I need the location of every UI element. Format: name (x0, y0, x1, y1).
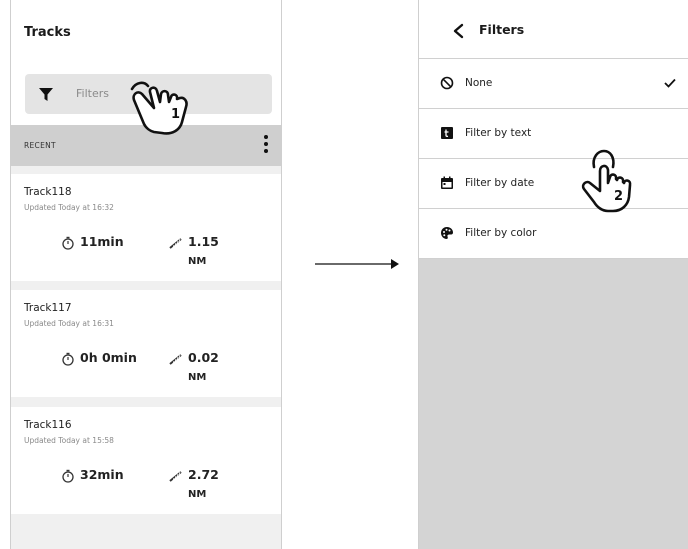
filters-header: Filters (419, 0, 688, 58)
tap-gesture-icon (581, 149, 632, 213)
block-icon (440, 76, 454, 90)
distance-unit: NM (188, 372, 207, 383)
tracks-header: Tracks (11, 0, 281, 64)
filter-option-none[interactable]: None (419, 58, 688, 108)
step-number: 1 (171, 107, 181, 122)
track-duration: 32min (80, 467, 124, 482)
filter-option-label: None (465, 77, 493, 89)
track-card[interactable]: Track116 Updated Today at 15:58 32min 2.… (11, 407, 281, 514)
track-distance: 1.15 (188, 234, 219, 249)
track-distance: 2.72 (188, 467, 219, 482)
tap-gesture-icon (130, 81, 188, 135)
distance-icon (169, 238, 182, 249)
track-name: Track116 (24, 419, 72, 431)
track-card[interactable]: Track117 Updated Today at 16:31 0h 0min … (11, 290, 281, 397)
distance-icon (169, 354, 182, 365)
distance-unit: NM (188, 489, 207, 500)
track-distance: 0.02 (188, 350, 219, 365)
track-name: Track117 (24, 302, 72, 314)
divider (419, 258, 688, 259)
text-icon (441, 127, 453, 139)
page-title: Filters (479, 22, 525, 37)
stopwatch-icon (62, 352, 74, 366)
check-icon (664, 78, 676, 88)
filters-label: Filters (76, 87, 109, 100)
step-number: 2 (614, 189, 624, 204)
track-updated: Updated Today at 16:32 (24, 203, 114, 212)
distance-unit: NM (188, 256, 207, 267)
stopwatch-icon (62, 469, 74, 483)
track-updated: Updated Today at 16:31 (24, 319, 114, 328)
filter-option-color[interactable]: Filter by color (419, 208, 688, 258)
filter-option-date[interactable]: Filter by date (419, 158, 688, 208)
page-title: Tracks (24, 25, 71, 40)
filter-option-text[interactable]: Filter by text (419, 108, 688, 158)
track-name: Track118 (24, 186, 72, 198)
stopwatch-icon (62, 236, 74, 250)
track-updated: Updated Today at 15:58 (24, 436, 114, 445)
filter-option-label: Filter by date (465, 177, 535, 189)
track-duration: 0h 0min (80, 350, 137, 365)
filters-screen: Filters None Filter by text Filter by da… (418, 0, 688, 549)
track-duration: 11min (80, 234, 124, 249)
funnel-icon (39, 88, 53, 101)
distance-icon (169, 471, 182, 482)
filter-option-label: Filter by text (465, 127, 532, 139)
transition-arrow-icon (315, 259, 399, 269)
section-label: RECENT (24, 141, 56, 150)
track-card[interactable]: Track118 Updated Today at 16:32 11min 1.… (11, 174, 281, 281)
more-options-icon[interactable] (263, 135, 269, 155)
calendar-icon (441, 176, 453, 189)
palette-icon (441, 227, 453, 239)
back-chevron-icon[interactable] (452, 23, 466, 39)
filter-option-label: Filter by color (465, 227, 537, 239)
